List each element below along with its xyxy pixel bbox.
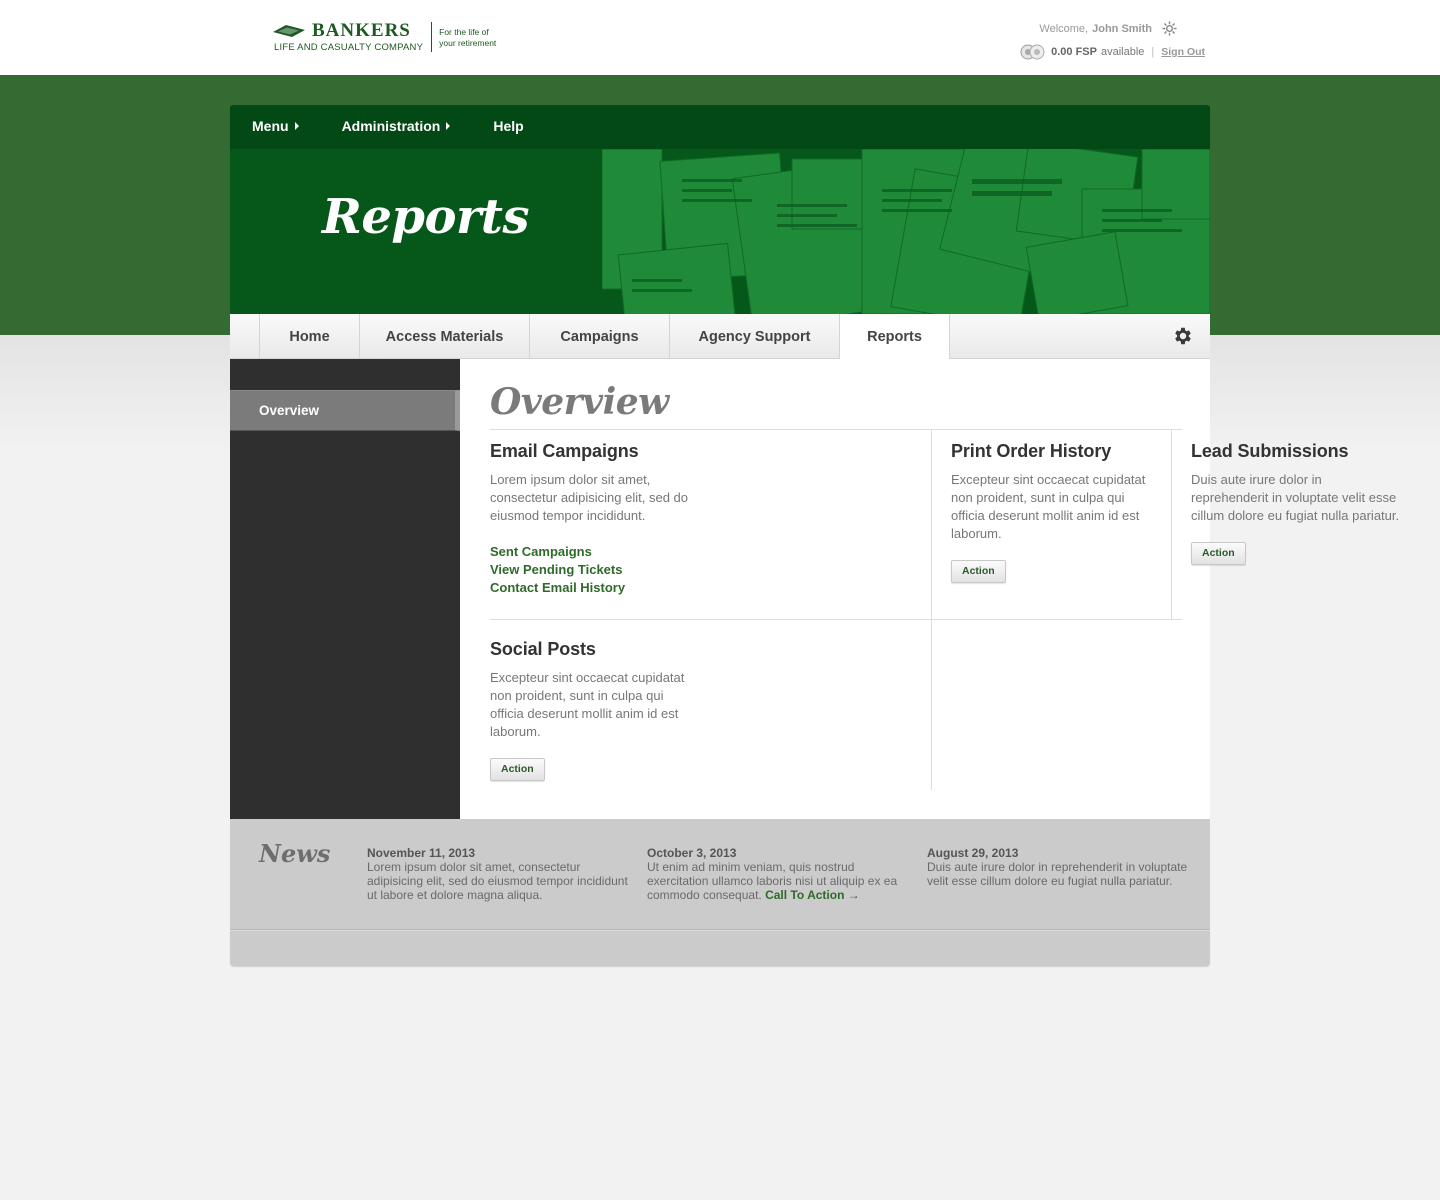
divider (490, 619, 1182, 620)
card-title: Print Order History (951, 441, 1112, 461)
tagline-line-1: For the life of (439, 27, 489, 37)
sidebar: Overview (230, 359, 460, 819)
news-section: News November 11, 2013 Lorem ipsum dolor… (230, 819, 1210, 930)
tagline-line-2: your retirement (439, 38, 497, 48)
sign-out-link[interactable]: Sign Out (1161, 46, 1205, 58)
news-item: November 11, 2013 Lorem ipsum dolor sit … (367, 846, 629, 902)
caret-right-icon (446, 122, 451, 130)
hero-banner: Menu Administration Help Reports (230, 105, 1210, 314)
marketing-materials-collage-image (602, 149, 1210, 314)
tab-campaigns[interactable]: Campaigns (529, 314, 669, 359)
action-button[interactable]: Action (951, 560, 1006, 583)
coins-icon (1020, 44, 1045, 60)
card-lead-submissions: Lead Submissions Duis aute irure dolor i… (1191, 441, 1401, 565)
tab-agency-support[interactable]: Agency Support (669, 314, 839, 359)
logo-brand-text: BANKERS (312, 20, 411, 41)
logo-wordmark: BANKERS LIFE AND CASUALTY COMPANY (272, 20, 424, 53)
tab-reports[interactable]: Reports (839, 314, 950, 360)
logo-tagline: For the life of your retirement (439, 27, 496, 49)
header-separator: | (1151, 46, 1155, 58)
news-text-block: Ut enim ad minim veniam, quis nostrud ex… (647, 860, 909, 902)
divider (931, 429, 932, 619)
top-header: BANKERS LIFE AND CASUALTY COMPANY For th… (0, 0, 1440, 75)
main-container: Menu Administration Help Reports Home Ac… (230, 105, 1399, 966)
sidebar-item-overview[interactable]: Overview (230, 390, 460, 431)
fsp-value: 0.00 FSP (1051, 46, 1097, 58)
action-button[interactable]: Action (490, 758, 545, 781)
tab-bar: Home Access Materials Campaigns Agency S… (230, 314, 1210, 360)
menu-dropdown[interactable]: Menu (252, 118, 299, 134)
help-link[interactable]: Help (493, 118, 523, 134)
card-description: Excepteur sint occaecat cupidatat non pr… (490, 670, 685, 739)
card-email-campaigns: Email Campaigns Lorem ipsum dolor sit am… (490, 441, 700, 597)
news-date: October 3, 2013 (647, 846, 737, 860)
card-title: Lead Submissions (1191, 441, 1349, 461)
tab-home[interactable]: Home (259, 314, 359, 359)
news-item: October 3, 2013 Ut enim ad minim veniam,… (647, 846, 909, 902)
news-date: November 11, 2013 (367, 846, 476, 860)
news-date: August 29, 2013 (927, 846, 1019, 860)
gear-icon[interactable] (1172, 325, 1194, 347)
news-text: Lorem ipsum dolor sit amet, consectetur … (367, 860, 628, 902)
account-settings-icon[interactable] (1161, 20, 1178, 37)
card-title: Social Posts (490, 639, 596, 659)
page-title: Reports (322, 189, 530, 245)
administration-dropdown[interactable]: Administration (342, 118, 451, 134)
help-label: Help (493, 118, 524, 134)
user-name: John Smith (1092, 22, 1152, 35)
view-pending-tickets-link[interactable]: View Pending Tickets (490, 561, 700, 579)
caret-right-icon (294, 122, 299, 130)
sent-campaigns-link[interactable]: Sent Campaigns (490, 543, 700, 561)
bankers-logo[interactable]: BANKERS LIFE AND CASUALTY COMPANY For th… (272, 20, 496, 54)
card-links: Sent Campaigns View Pending Tickets Cont… (490, 543, 700, 597)
administration-label: Administration (341, 118, 441, 134)
leaf-logo-icon (273, 25, 305, 37)
divider (490, 429, 1182, 430)
fsp-balance: 0.00 FSP available | Sign Out (1020, 44, 1205, 60)
news-item: August 29, 2013 Duis aute irure dolor in… (927, 846, 1189, 888)
footer-bar (230, 930, 1210, 966)
card-title: Email Campaigns (490, 441, 639, 461)
main-content: Overview Email Campaigns Lorem ipsum dol… (460, 359, 1399, 819)
logo-subtitle: LIFE AND CASUALTY COMPANY (274, 42, 424, 53)
action-button[interactable]: Action (1191, 542, 1246, 565)
section-title: Overview (490, 381, 669, 423)
news-text: Duis aute irure dolor in reprehenderit i… (927, 860, 1188, 888)
top-navigation: Menu Administration Help (252, 118, 567, 134)
card-description: Excepteur sint occaecat cupidatat non pr… (951, 472, 1146, 541)
logo-divider (431, 22, 433, 52)
contact-email-history-link[interactable]: Contact Email History (490, 579, 700, 597)
news-title: News (259, 839, 331, 868)
card-description: Duis aute irure dolor in reprehenderit i… (1191, 472, 1400, 523)
card-description: Lorem ipsum dolor sit amet, consectetur … (490, 472, 689, 523)
divider (931, 619, 932, 790)
welcome-prefix: Welcome, (1039, 22, 1089, 35)
divider (1171, 429, 1172, 619)
tab-access-materials[interactable]: Access Materials (359, 314, 529, 359)
card-social-posts: Social Posts Excepteur sint occaecat cup… (490, 639, 700, 781)
welcome-message: Welcome, John Smith (1039, 20, 1178, 37)
call-to-action-link[interactable]: Call To Action → (765, 888, 860, 902)
menu-label: Menu (252, 118, 289, 134)
card-print-order-history: Print Order History Excepteur sint occae… (951, 441, 1161, 583)
fsp-suffix: available (1100, 46, 1145, 58)
